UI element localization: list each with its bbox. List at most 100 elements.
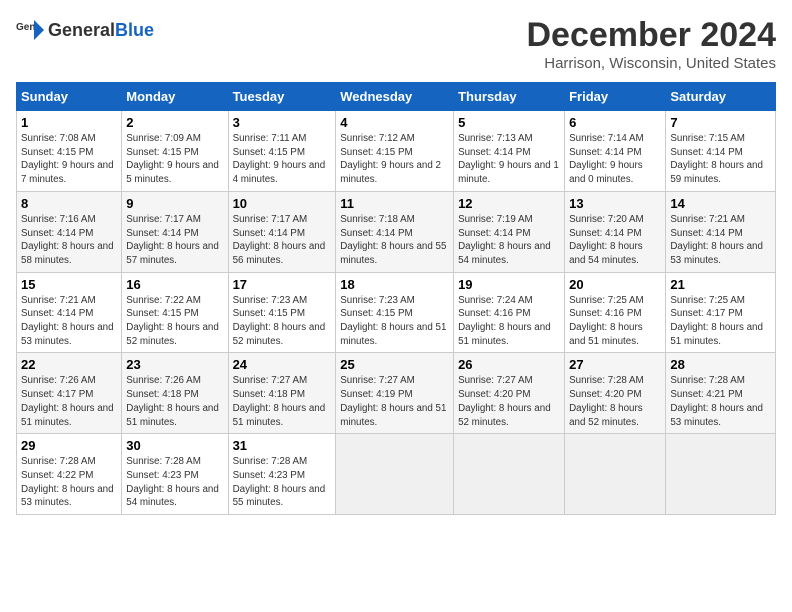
calendar-cell: 26 Sunrise: 7:27 AMSunset: 4:20 PMDaylig…	[454, 353, 565, 434]
day-detail: Sunrise: 7:27 AMSunset: 4:20 PMDaylight:…	[458, 375, 551, 427]
title-block: December 2024 Harrison, Wisconsin, Unite…	[526, 16, 776, 72]
day-detail: Sunrise: 7:09 AMSunset: 4:15 PMDaylight:…	[126, 133, 219, 185]
calendar-cell: 7 Sunrise: 7:15 AMSunset: 4:14 PMDayligh…	[666, 111, 776, 192]
day-number: 21	[670, 277, 771, 292]
calendar-cell: 4 Sunrise: 7:12 AMSunset: 4:15 PMDayligh…	[336, 111, 454, 192]
calendar-cell: 11 Sunrise: 7:18 AMSunset: 4:14 PMDaylig…	[336, 191, 454, 272]
calendar-cell	[336, 434, 454, 515]
logo-icon: Gen	[16, 16, 44, 44]
calendar-cell: 27 Sunrise: 7:28 AMSunset: 4:20 PMDaylig…	[565, 353, 666, 434]
day-number: 2	[126, 115, 223, 130]
day-number: 9	[126, 196, 223, 211]
logo-text-blue: Blue	[115, 20, 154, 40]
day-number: 8	[21, 196, 117, 211]
day-detail: Sunrise: 7:28 AMSunset: 4:21 PMDaylight:…	[670, 375, 763, 427]
day-detail: Sunrise: 7:23 AMSunset: 4:15 PMDaylight:…	[233, 295, 326, 347]
day-detail: Sunrise: 7:28 AMSunset: 4:23 PMDaylight:…	[233, 456, 326, 508]
day-number: 30	[126, 438, 223, 453]
weekday-header-monday: Monday	[122, 83, 228, 111]
day-detail: Sunrise: 7:27 AMSunset: 4:18 PMDaylight:…	[233, 375, 326, 427]
day-detail: Sunrise: 7:14 AMSunset: 4:14 PMDaylight:…	[569, 133, 644, 185]
calendar-cell: 8 Sunrise: 7:16 AMSunset: 4:14 PMDayligh…	[17, 191, 122, 272]
calendar-cell: 21 Sunrise: 7:25 AMSunset: 4:17 PMDaylig…	[666, 272, 776, 353]
calendar-cell: 13 Sunrise: 7:20 AMSunset: 4:14 PMDaylig…	[565, 191, 666, 272]
day-number: 4	[340, 115, 449, 130]
day-detail: Sunrise: 7:08 AMSunset: 4:15 PMDaylight:…	[21, 133, 114, 185]
day-detail: Sunrise: 7:15 AMSunset: 4:14 PMDaylight:…	[670, 133, 763, 185]
day-detail: Sunrise: 7:22 AMSunset: 4:15 PMDaylight:…	[126, 295, 219, 347]
day-detail: Sunrise: 7:23 AMSunset: 4:15 PMDaylight:…	[340, 295, 446, 347]
calendar-cell: 6 Sunrise: 7:14 AMSunset: 4:14 PMDayligh…	[565, 111, 666, 192]
day-detail: Sunrise: 7:11 AMSunset: 4:15 PMDaylight:…	[233, 133, 326, 185]
day-number: 11	[340, 196, 449, 211]
day-number: 25	[340, 357, 449, 372]
day-detail: Sunrise: 7:28 AMSunset: 4:22 PMDaylight:…	[21, 456, 114, 508]
calendar-cell: 23 Sunrise: 7:26 AMSunset: 4:18 PMDaylig…	[122, 353, 228, 434]
week-row-5: 29 Sunrise: 7:28 AMSunset: 4:22 PMDaylig…	[17, 434, 776, 515]
day-number: 13	[569, 196, 661, 211]
logo-text-general: General	[48, 20, 115, 40]
calendar-cell: 24 Sunrise: 7:27 AMSunset: 4:18 PMDaylig…	[228, 353, 336, 434]
calendar-cell: 1 Sunrise: 7:08 AMSunset: 4:15 PMDayligh…	[17, 111, 122, 192]
day-detail: Sunrise: 7:13 AMSunset: 4:14 PMDaylight:…	[458, 133, 559, 185]
day-number: 31	[233, 438, 332, 453]
day-number: 5	[458, 115, 560, 130]
day-number: 7	[670, 115, 771, 130]
calendar-cell: 19 Sunrise: 7:24 AMSunset: 4:16 PMDaylig…	[454, 272, 565, 353]
calendar-cell: 18 Sunrise: 7:23 AMSunset: 4:15 PMDaylig…	[336, 272, 454, 353]
day-number: 15	[21, 277, 117, 292]
day-detail: Sunrise: 7:20 AMSunset: 4:14 PMDaylight:…	[569, 214, 644, 266]
day-number: 14	[670, 196, 771, 211]
day-number: 27	[569, 357, 661, 372]
calendar-cell: 9 Sunrise: 7:17 AMSunset: 4:14 PMDayligh…	[122, 191, 228, 272]
day-detail: Sunrise: 7:21 AMSunset: 4:14 PMDaylight:…	[21, 295, 114, 347]
day-number: 1	[21, 115, 117, 130]
week-row-4: 22 Sunrise: 7:26 AMSunset: 4:17 PMDaylig…	[17, 353, 776, 434]
calendar-cell: 15 Sunrise: 7:21 AMSunset: 4:14 PMDaylig…	[17, 272, 122, 353]
day-number: 6	[569, 115, 661, 130]
day-detail: Sunrise: 7:28 AMSunset: 4:23 PMDaylight:…	[126, 456, 219, 508]
day-detail: Sunrise: 7:21 AMSunset: 4:14 PMDaylight:…	[670, 214, 763, 266]
calendar-cell: 20 Sunrise: 7:25 AMSunset: 4:16 PMDaylig…	[565, 272, 666, 353]
day-number: 24	[233, 357, 332, 372]
day-number: 23	[126, 357, 223, 372]
day-detail: Sunrise: 7:25 AMSunset: 4:17 PMDaylight:…	[670, 295, 763, 347]
weekday-header-wednesday: Wednesday	[336, 83, 454, 111]
calendar-cell: 10 Sunrise: 7:17 AMSunset: 4:14 PMDaylig…	[228, 191, 336, 272]
day-number: 22	[21, 357, 117, 372]
calendar-cell: 30 Sunrise: 7:28 AMSunset: 4:23 PMDaylig…	[122, 434, 228, 515]
day-detail: Sunrise: 7:24 AMSunset: 4:16 PMDaylight:…	[458, 295, 551, 347]
day-number: 18	[340, 277, 449, 292]
day-detail: Sunrise: 7:19 AMSunset: 4:14 PMDaylight:…	[458, 214, 551, 266]
day-detail: Sunrise: 7:25 AMSunset: 4:16 PMDaylight:…	[569, 295, 644, 347]
calendar-cell: 22 Sunrise: 7:26 AMSunset: 4:17 PMDaylig…	[17, 353, 122, 434]
day-number: 26	[458, 357, 560, 372]
week-row-1: 1 Sunrise: 7:08 AMSunset: 4:15 PMDayligh…	[17, 111, 776, 192]
logo: Gen GeneralBlue	[16, 16, 154, 44]
day-detail: Sunrise: 7:12 AMSunset: 4:15 PMDaylight:…	[340, 133, 441, 185]
day-detail: Sunrise: 7:17 AMSunset: 4:14 PMDaylight:…	[126, 214, 219, 266]
day-detail: Sunrise: 7:17 AMSunset: 4:14 PMDaylight:…	[233, 214, 326, 266]
calendar-cell	[565, 434, 666, 515]
day-number: 20	[569, 277, 661, 292]
calendar-cell: 17 Sunrise: 7:23 AMSunset: 4:15 PMDaylig…	[228, 272, 336, 353]
day-detail: Sunrise: 7:16 AMSunset: 4:14 PMDaylight:…	[21, 214, 114, 266]
calendar-cell: 31 Sunrise: 7:28 AMSunset: 4:23 PMDaylig…	[228, 434, 336, 515]
weekday-header-friday: Friday	[565, 83, 666, 111]
day-number: 3	[233, 115, 332, 130]
calendar-cell	[666, 434, 776, 515]
day-number: 12	[458, 196, 560, 211]
calendar-cell: 29 Sunrise: 7:28 AMSunset: 4:22 PMDaylig…	[17, 434, 122, 515]
day-number: 17	[233, 277, 332, 292]
calendar-cell: 25 Sunrise: 7:27 AMSunset: 4:19 PMDaylig…	[336, 353, 454, 434]
day-number: 19	[458, 277, 560, 292]
calendar-cell: 14 Sunrise: 7:21 AMSunset: 4:14 PMDaylig…	[666, 191, 776, 272]
calendar-table: SundayMondayTuesdayWednesdayThursdayFrid…	[16, 82, 776, 515]
calendar-cell: 16 Sunrise: 7:22 AMSunset: 4:15 PMDaylig…	[122, 272, 228, 353]
day-number: 28	[670, 357, 771, 372]
week-row-2: 8 Sunrise: 7:16 AMSunset: 4:14 PMDayligh…	[17, 191, 776, 272]
calendar-cell: 3 Sunrise: 7:11 AMSunset: 4:15 PMDayligh…	[228, 111, 336, 192]
calendar-cell	[454, 434, 565, 515]
weekday-header-saturday: Saturday	[666, 83, 776, 111]
week-row-3: 15 Sunrise: 7:21 AMSunset: 4:14 PMDaylig…	[17, 272, 776, 353]
